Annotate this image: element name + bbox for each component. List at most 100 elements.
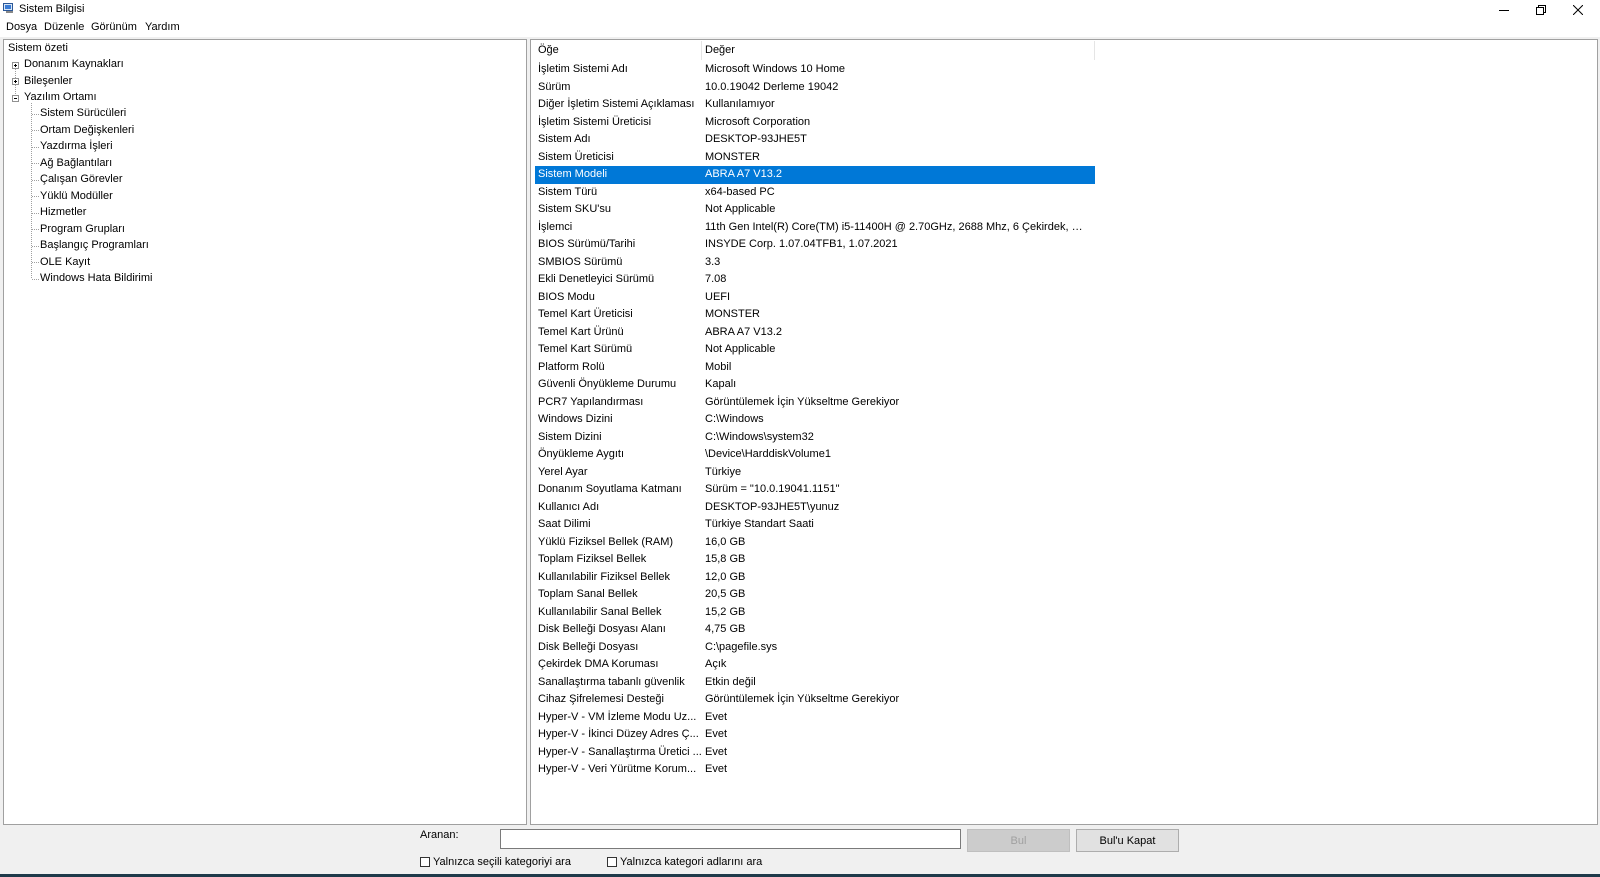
tree-connector: [32, 229, 39, 230]
menu-help[interactable]: Yardım: [145, 21, 180, 33]
menu-file[interactable]: Dosya: [6, 21, 37, 33]
tree-connector: [32, 279, 39, 280]
cell-value: 10.0.19042 Derleme 19042: [705, 80, 839, 93]
tree-item-windows-error-reporting[interactable]: Windows Hata Bildirimi: [40, 272, 152, 284]
tree-item-software-environment[interactable]: Yazılım Ortamı: [24, 91, 97, 103]
cell-value: MONSTER: [705, 150, 760, 163]
tree-connector: [32, 196, 39, 197]
tree-item-loaded-modules[interactable]: Yüklü Modüller: [40, 190, 113, 202]
tree-item-network-connections[interactable]: Ağ Bağlantıları: [40, 157, 112, 169]
cell-item: Temel Kart Sürümü: [538, 343, 633, 355]
tree-item-environment-variables[interactable]: Ortam Değişkenleri: [40, 124, 134, 136]
search-input[interactable]: [500, 829, 961, 849]
table-row[interactable]: Hyper-V - VM İzleme Modu Uz... Evet: [535, 709, 1095, 727]
column-header-item[interactable]: Öğe: [535, 41, 702, 60]
tree-item-running-tasks[interactable]: Çalışan Görevler: [40, 173, 123, 185]
tree-item-print-jobs[interactable]: Yazdırma İşleri: [40, 140, 113, 152]
table-row[interactable]: Platform Rolü Mobil: [535, 359, 1095, 377]
table-row[interactable]: Sistem Adı DESKTOP-93JHE5T: [535, 131, 1095, 149]
tree-item-program-groups[interactable]: Program Grupları: [40, 223, 125, 235]
tree-item-services[interactable]: Hizmetler: [40, 206, 86, 218]
cell-value: 16,0 GB: [705, 535, 746, 548]
table-row[interactable]: Cihaz Şifrelemesi Desteği Görüntülemek İç…: [535, 691, 1095, 709]
table-row[interactable]: BIOS Sürümü/Tarihi INSYDE Corp. 1.07.04TF…: [535, 236, 1095, 254]
checkbox[interactable]: [607, 857, 617, 867]
menu-view[interactable]: Görünüm: [91, 21, 137, 33]
tree-item-hardware-resources[interactable]: Donanım Kaynakları: [24, 58, 124, 70]
table-row[interactable]: Sistem Dizini C:\Windows\system32: [535, 429, 1095, 447]
table-row[interactable]: PCR7 Yapılandırması Görüntülemek İçin Yük…: [535, 394, 1095, 412]
cell-item: Donanım Soyutlama Katmanı: [538, 483, 682, 495]
minimize-button[interactable]: [1486, 0, 1522, 19]
table-row[interactable]: Sürüm 10.0.19042 Derleme 19042: [535, 79, 1095, 97]
table-row[interactable]: Disk Belleği Dosyası Alanı 4,75 GB: [535, 621, 1095, 639]
tree-connector: [32, 147, 39, 148]
table-row[interactable]: Temel Kart Ürünü ABRA A7 V13.2: [535, 324, 1095, 342]
table-row[interactable]: Sanallaştırma tabanlı güvenlik Etkin deği…: [535, 674, 1095, 692]
table-row[interactable]: Sistem Türü x64-based PC: [535, 184, 1095, 202]
table-row[interactable]: Windows Dizini C:\Windows: [535, 411, 1095, 429]
table-row[interactable]: Saat Dilimi Türkiye Standart Saati: [535, 516, 1095, 534]
tree-item-components[interactable]: Bileşenler: [24, 75, 72, 87]
tree-connector: [32, 246, 39, 247]
table-row[interactable]: Hyper-V - Veri Yürütme Korum... Evet: [535, 761, 1095, 779]
expand-plus-icon[interactable]: [12, 78, 19, 85]
table-row[interactable]: Toplam Sanal Bellek 20,5 GB: [535, 586, 1095, 604]
cell-value: Evet: [705, 710, 728, 723]
table-row[interactable]: Hyper-V - İkinci Düzey Adres Ç... Evet: [535, 726, 1095, 744]
menu-bar: Dosya Düzenle Görünüm Yardım: [0, 19, 1600, 37]
restore-button[interactable]: [1523, 0, 1559, 19]
table-row[interactable]: BIOS Modu UEFI: [535, 289, 1095, 307]
table-row[interactable]: Yüklü Fiziksel Bellek (RAM) 16,0 GB: [535, 534, 1095, 552]
table-row[interactable]: Ekli Denetleyici Sürümü 7.08: [535, 271, 1095, 289]
close-button[interactable]: [1560, 0, 1596, 19]
cell-item: Temel Kart Üreticisi: [538, 308, 633, 320]
cell-value: Kapalı: [705, 378, 737, 390]
table-row[interactable]: Çekirdek DMA Koruması Açık: [535, 656, 1095, 674]
table-row[interactable]: İşletim Sistemi Adı Microsoft Windows 10 …: [535, 61, 1095, 79]
table-row[interactable]: İşletim Sistemi Üreticisi Microsoft Corpo…: [535, 114, 1095, 132]
search-label: Aranan:: [420, 829, 459, 841]
table-row[interactable]: Sistem Üreticisi MONSTER: [535, 149, 1095, 167]
cell-value: UEFI: [705, 290, 731, 303]
category-tree[interactable]: Sistem özeti Donanım Kaynakları Bileşenl…: [3, 39, 527, 825]
details-list[interactable]: Öğe Değer İşletim Sistemi Adı Microsoft W…: [530, 39, 1598, 825]
table-row[interactable]: Toplam Fiziksel Bellek 15,8 GB: [535, 551, 1095, 569]
table-row[interactable]: Önyükleme Aygıtı \Device\HarddiskVolume1: [535, 446, 1095, 464]
table-row[interactable]: Diğer İşletim Sistemi Açıklaması Kullanıl…: [535, 96, 1095, 114]
expand-plus-icon[interactable]: [12, 62, 19, 69]
table-row[interactable]: SMBIOS Sürümü 3.3: [535, 254, 1095, 272]
table-row[interactable]: Kullanılabilir Fiziksel Bellek 12,0 GB: [535, 569, 1095, 587]
menu-edit[interactable]: Düzenle: [44, 21, 84, 33]
find-button[interactable]: Bul: [967, 829, 1070, 852]
search-selected-category-option[interactable]: Yalnızca seçili kategoriyi ara: [420, 856, 571, 868]
checkbox-label: Yalnızca kategori adlarını ara: [620, 856, 763, 868]
cell-item: Toplam Sanal Bellek: [538, 588, 638, 600]
table-row[interactable]: Sistem SKU'su Not Applicable: [535, 201, 1095, 219]
table-row[interactable]: Yerel Ayar Türkiye: [535, 464, 1095, 482]
column-header-value[interactable]: Değer: [702, 41, 1095, 60]
checkbox[interactable]: [420, 857, 430, 867]
table-row[interactable]: İşlemci 11th Gen Intel(R) Core(TM) i5-114…: [535, 219, 1095, 237]
tree-connector: [32, 180, 39, 181]
tree-item-ole-registration[interactable]: OLE Kayıt: [40, 256, 90, 268]
tree-item-system-drivers[interactable]: Sistem Sürücüleri: [40, 107, 126, 119]
cell-value: DESKTOP-93JHE5T: [705, 133, 807, 145]
table-row[interactable]: Sistem Modeli ABRA A7 V13.2: [535, 166, 1095, 184]
table-row[interactable]: Kullanılabilir Sanal Bellek 15,2 GB: [535, 604, 1095, 622]
title-bar: Sistem Bilgisi: [0, 0, 1600, 19]
table-row[interactable]: Disk Belleği Dosyası C:\pagefile.sys: [535, 639, 1095, 657]
table-row[interactable]: Kullanıcı Adı DESKTOP-93JHE5T\yunuz: [535, 499, 1095, 517]
cell-value: x64-based PC: [705, 185, 775, 198]
table-row[interactable]: Hyper-V - Sanallaştırma Üretici ... Evet: [535, 744, 1095, 762]
close-find-button[interactable]: Bul'u Kapat: [1076, 829, 1179, 852]
tree-item-startup-programs[interactable]: Başlangıç Programları: [40, 239, 149, 251]
table-row[interactable]: Donanım Soyutlama Katmanı Sürüm = "10.0.1…: [535, 481, 1095, 499]
table-row[interactable]: Temel Kart Sürümü Not Applicable: [535, 341, 1095, 359]
tree-item-system-summary[interactable]: Sistem özeti: [8, 42, 68, 54]
table-row[interactable]: Temel Kart Üreticisi MONSTER: [535, 306, 1095, 324]
collapse-minus-icon[interactable]: [12, 95, 19, 102]
cell-item: Hyper-V - VM İzleme Modu Uz...: [538, 710, 697, 723]
search-category-names-option[interactable]: Yalnızca kategori adlarını ara: [607, 856, 762, 868]
table-row[interactable]: Güvenli Önyükleme Durumu Kapalı: [535, 376, 1095, 394]
